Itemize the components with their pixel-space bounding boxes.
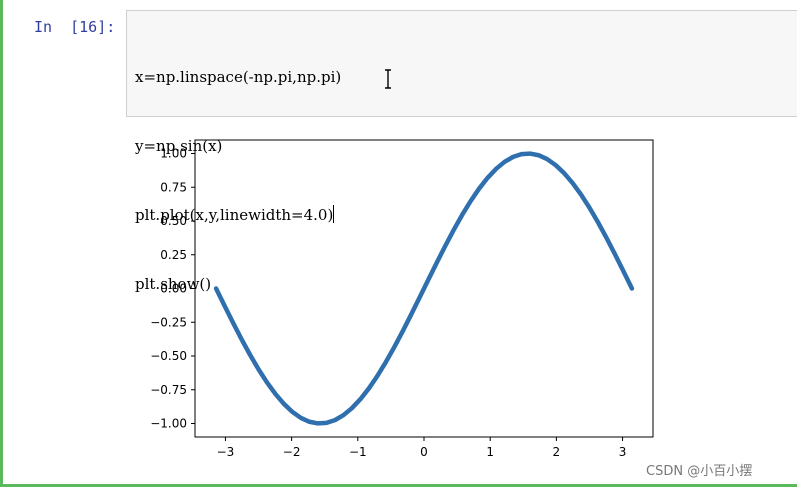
y-tick-label: −0.25 — [150, 315, 187, 329]
y-tick-label: −0.75 — [150, 383, 187, 397]
ibeam-cursor-icon — [385, 69, 391, 89]
watermark: CSDN @小百小摆 — [646, 464, 753, 479]
y-tick-label: 0.25 — [160, 248, 187, 262]
y-tick-label: −0.50 — [150, 349, 187, 363]
y-tick-labels: 1.00 0.75 0.50 0.25 0.00 −0.25 −0.50 −0.75 −1.00 — [150, 147, 187, 431]
y-tick-label: −1.00 — [150, 417, 187, 431]
output-plot: 1.00 0.75 0.50 0.25 0.00 −0.25 −0.50 −0.75 −1.00… — [150, 69, 654, 459]
y-tick-label: 0.00 — [160, 282, 187, 296]
x-tick-label: 1 — [486, 445, 494, 459]
x-tick-label: −2 — [283, 445, 301, 459]
y-tick-label: 1.00 — [160, 147, 187, 161]
x-tick-label: −3 — [217, 445, 235, 459]
x-tick-label: 3 — [619, 445, 627, 459]
x-tick-labels: −3 −2 −1 0 1 2 3 — [217, 445, 627, 459]
y-tick-marks — [191, 153, 195, 424]
x-tick-label: −1 — [349, 445, 367, 459]
y-tick-label: 0.75 — [160, 180, 187, 194]
y-tick-label: 0.50 — [160, 214, 187, 228]
x-tick-label: 2 — [553, 445, 561, 459]
x-tick-marks — [224, 437, 624, 441]
x-tick-label: 0 — [420, 445, 428, 459]
series-line-sine — [213, 151, 635, 426]
